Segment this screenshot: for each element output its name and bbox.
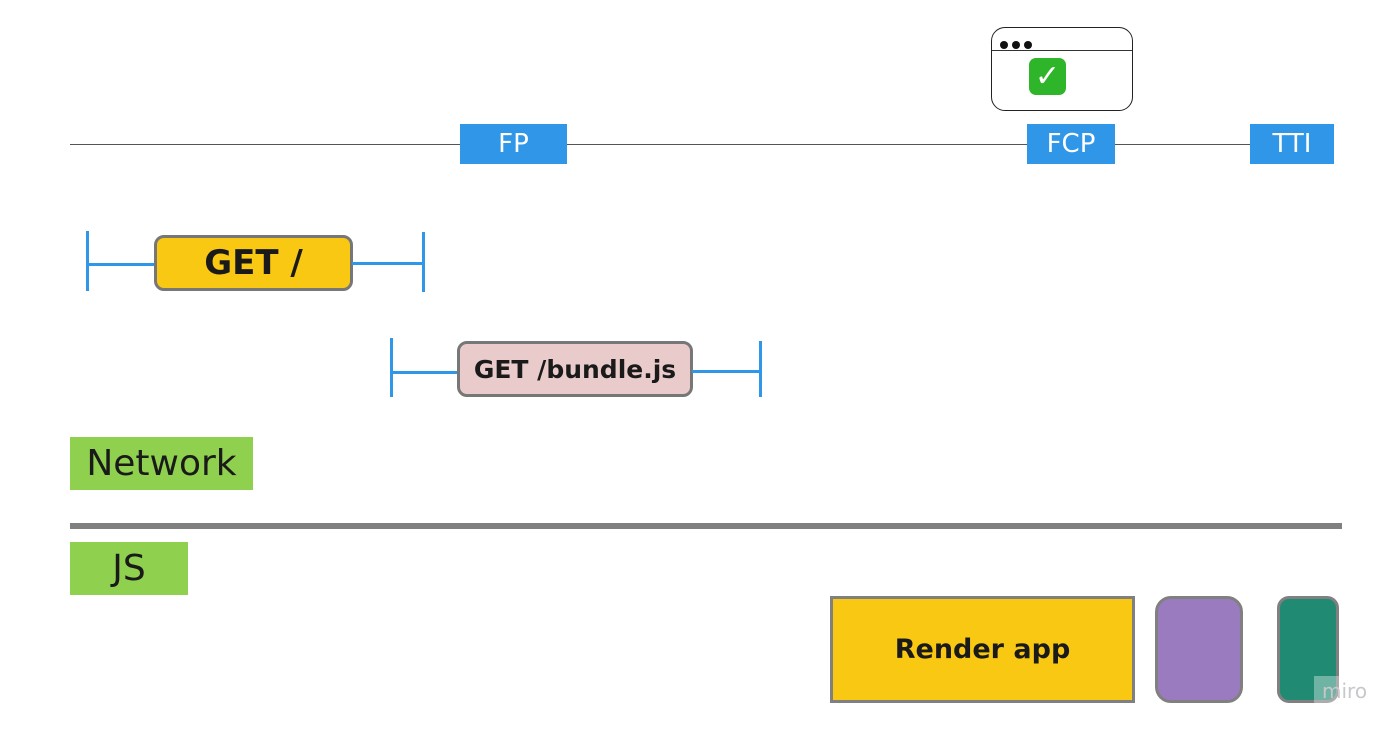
miro-watermark: miro	[1314, 676, 1378, 706]
request-end-tick	[759, 341, 762, 397]
timeline-axis	[70, 144, 1334, 145]
marker-label: FCP	[1046, 129, 1096, 159]
marker-label: TTI	[1272, 129, 1312, 159]
request-end-tick	[422, 232, 425, 292]
request-label: GET /	[204, 243, 303, 283]
lane-label: JS	[112, 548, 146, 589]
lane-label: Network	[86, 443, 237, 484]
request-get-root: GET /	[154, 235, 353, 291]
marker-fp: FP	[460, 124, 567, 164]
request-get-bundle: GET /bundle.js	[457, 341, 693, 397]
task-render-app: Render app	[830, 596, 1135, 703]
lane-divider	[70, 523, 1342, 529]
task-label: Render app	[894, 634, 1071, 665]
diagram-canvas: FP FCP TTI ✓ GET / GET /bundle.js Networ…	[0, 0, 1400, 732]
window-titlebar-divider	[992, 50, 1132, 51]
marker-label: FP	[498, 129, 529, 159]
request-start-tick	[86, 231, 89, 291]
lane-label-js: JS	[70, 542, 188, 595]
check-mark-icon: ✓	[1029, 58, 1066, 95]
marker-tti: TTI	[1250, 124, 1334, 164]
request-label: GET /bundle.js	[473, 354, 677, 384]
request-wait-line	[391, 371, 461, 374]
request-download-line	[692, 370, 762, 373]
browser-window-icon: ✓	[991, 27, 1133, 111]
request-download-line	[352, 262, 424, 265]
task-purple	[1155, 596, 1243, 703]
request-wait-line	[87, 263, 157, 266]
lane-label-network: Network	[70, 437, 253, 490]
marker-fcp: FCP	[1027, 124, 1115, 164]
request-start-tick	[390, 338, 393, 397]
